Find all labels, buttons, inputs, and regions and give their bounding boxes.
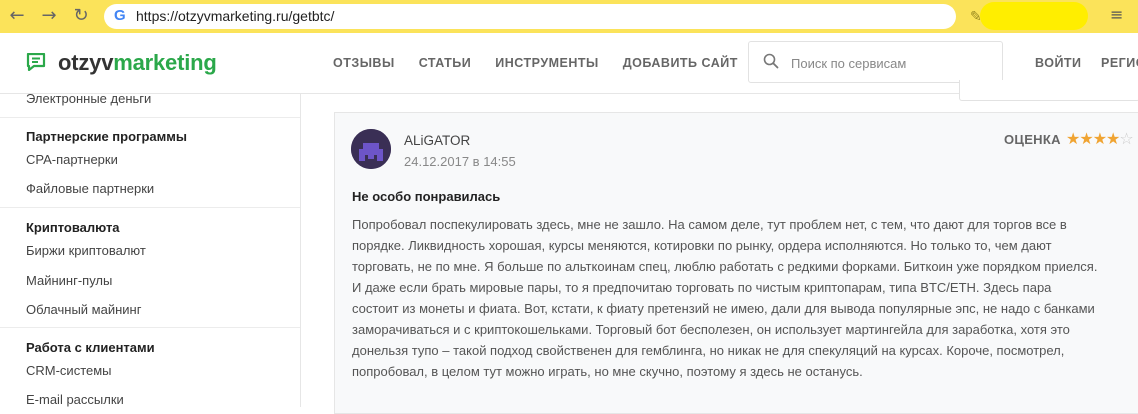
sidebar-item-file-partners[interactable]: Файловые партнерки	[26, 181, 154, 196]
star-filled-icon: ★	[1092, 129, 1107, 148]
login-link[interactable]: ВОЙТИ	[1035, 56, 1082, 70]
rating-stars: ★★★★☆	[1066, 129, 1134, 148]
highlight-blob	[980, 2, 1088, 30]
search-input[interactable]	[789, 52, 993, 74]
star-filled-icon: ★	[1079, 129, 1093, 148]
review-title: Не особо понравилась	[352, 189, 501, 204]
chat-bubble-icon	[26, 53, 46, 71]
star-filled-icon: ★	[1106, 129, 1120, 148]
main-nav: ОТЗЫВЫ СТАТЬИ ИНСТРУМЕНТЫ ДОБАВИТЬ САЙТ	[333, 56, 738, 70]
review-text-line: заморачиваться и с криптокошельками. Тор…	[352, 322, 1070, 337]
nav-tools[interactable]: ИНСТРУМЕНТЫ	[495, 56, 598, 70]
nav-add-site[interactable]: ДОБАВИТЬ САЙТ	[623, 56, 738, 70]
google-icon: G	[114, 7, 126, 24]
avatar[interactable]	[351, 129, 391, 169]
review-card: ALiGATOR 24.12.2017 в 14:55 ОЦЕНКА ★★★★☆…	[334, 112, 1138, 414]
review-body: Попробовал поспекулировать здесь, мне не…	[352, 214, 1138, 382]
forward-icon[interactable]: →	[38, 5, 60, 27]
logo-text-part1: otzyv	[58, 50, 114, 75]
browser-toolbar: ← → ↻ G https://otzyvmarketing.ru/getbtc…	[0, 0, 1138, 33]
review-text-line: порядке. Ликвидность хорошая, курсы меня…	[352, 238, 1052, 253]
review-text-line: торговать, не по мне. Я больше по альтко…	[352, 259, 1098, 274]
review-author[interactable]: ALiGATOR	[404, 133, 470, 148]
sidebar-divider	[0, 207, 300, 208]
star-filled-icon: ★	[1066, 129, 1080, 148]
sidebar-item-crm[interactable]: CRM-системы	[26, 363, 112, 378]
sidebar-group-title: Работа с клиентами	[26, 340, 155, 355]
nav-reviews[interactable]: ОТЗЫВЫ	[333, 56, 395, 70]
back-icon[interactable]: ←	[6, 5, 28, 27]
sidebar-divider	[0, 327, 300, 328]
sidebar-item-mining-pools[interactable]: Майнинг-пулы	[26, 273, 112, 288]
url-text[interactable]: https://otzyvmarketing.ru/getbtc/	[136, 8, 334, 25]
search-box	[748, 41, 1003, 83]
sidebar-item-e-money[interactable]: Электронные деньги	[26, 91, 151, 106]
reload-icon[interactable]: ↻	[70, 5, 92, 27]
sidebar-group-title: Криптовалюта	[26, 220, 120, 235]
sidebar-divider	[0, 117, 300, 118]
star-empty-icon: ☆	[1119, 129, 1133, 148]
register-link[interactable]: РЕГИС	[1101, 56, 1138, 70]
review-text-line: И даже если брать мировые пары, то я пре…	[352, 280, 1052, 295]
pixel-avatar-icon	[351, 129, 391, 169]
sidebar-item-cpa[interactable]: CPA-партнерки	[26, 152, 118, 167]
sidebar-item-exchanges[interactable]: Биржи криптовалют	[26, 243, 146, 258]
review-text-line: состоит из монеты и фиата. Вот, кстати, …	[352, 301, 1095, 316]
review-text-line: донельзя тупо – такой подход свойственен…	[352, 343, 1065, 358]
nav-articles[interactable]: СТАТЬИ	[419, 56, 472, 70]
dropdown-remnant	[959, 80, 1138, 101]
address-bar[interactable]: G https://otzyvmarketing.ru/getbtc/	[104, 4, 956, 29]
logo-text-part2: marketing	[113, 50, 217, 75]
sidebar-item-cloud-mining[interactable]: Облачный майнинг	[26, 302, 141, 317]
rating-label: ОЦЕНКА	[1004, 132, 1061, 147]
search-icon	[763, 53, 779, 69]
reading-list-icon[interactable]: ≡	[1110, 5, 1123, 24]
sidebar-group-title: Партнерские программы	[26, 129, 187, 144]
site-logo[interactable]: otzyvmarketing	[58, 50, 217, 76]
review-text-line: попробовал, в целом тут можно играть, но…	[352, 364, 863, 379]
sidebar-item-email[interactable]: E-mail рассылки	[26, 392, 124, 407]
review-date: 24.12.2017 в 14:55	[404, 154, 516, 169]
review-text-line: Попробовал поспекулировать здесь, мне не…	[352, 217, 1067, 232]
category-sidebar: Электронные деньги Партнерские программы…	[0, 91, 301, 407]
